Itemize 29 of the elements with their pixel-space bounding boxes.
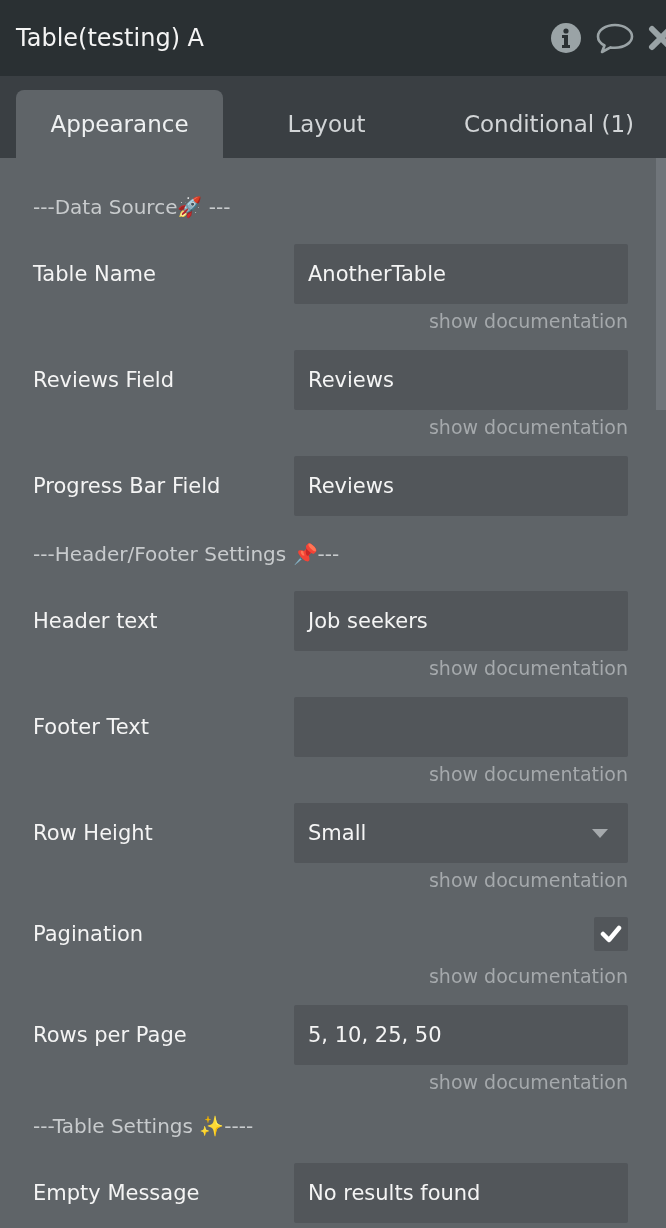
input-field[interactable]: 5, 10, 25, 50: [294, 1005, 628, 1065]
tab[interactable]: Layout: [223, 90, 430, 158]
field-label: Row Height: [33, 821, 154, 845]
input-field[interactable]: Reviews: [294, 350, 628, 410]
section-heading: ---Header/Footer Settings 📌---: [33, 541, 341, 568]
field-label: Table Name: [33, 262, 157, 286]
field-label: Footer Text: [33, 715, 150, 739]
check-icon: [600, 925, 622, 943]
tab[interactable]: Conditional (1): [434, 90, 664, 158]
input-field[interactable]: AnotherTable: [294, 244, 628, 304]
scrollbar-thumb[interactable]: [656, 158, 666, 410]
comment-icon[interactable]: [596, 22, 634, 54]
info-icon[interactable]: [550, 22, 582, 54]
section-heading: ---Data Source🚀 ---: [33, 194, 232, 221]
caret-icon: [592, 828, 608, 838]
input-field[interactable]: No results found: [294, 1163, 628, 1223]
field-label: Header text: [33, 609, 159, 633]
input-field[interactable]: Reviews: [294, 456, 628, 516]
field-label: Rows per Page: [33, 1023, 188, 1047]
field-label: Empty Message: [33, 1181, 201, 1205]
tab[interactable]: Appearance: [16, 90, 223, 158]
field-label: Progress Bar Field: [33, 474, 222, 498]
input-field[interactable]: Job seekers: [294, 591, 628, 651]
dropdown-field[interactable]: Small: [294, 803, 628, 863]
panel-title: Table(testing) A: [16, 24, 205, 52]
section-heading: ---Table Settings ✨----: [33, 1113, 255, 1140]
checkbox[interactable]: [594, 917, 628, 951]
field-label: Reviews Field: [33, 368, 175, 392]
field-label: Pagination: [33, 922, 145, 946]
